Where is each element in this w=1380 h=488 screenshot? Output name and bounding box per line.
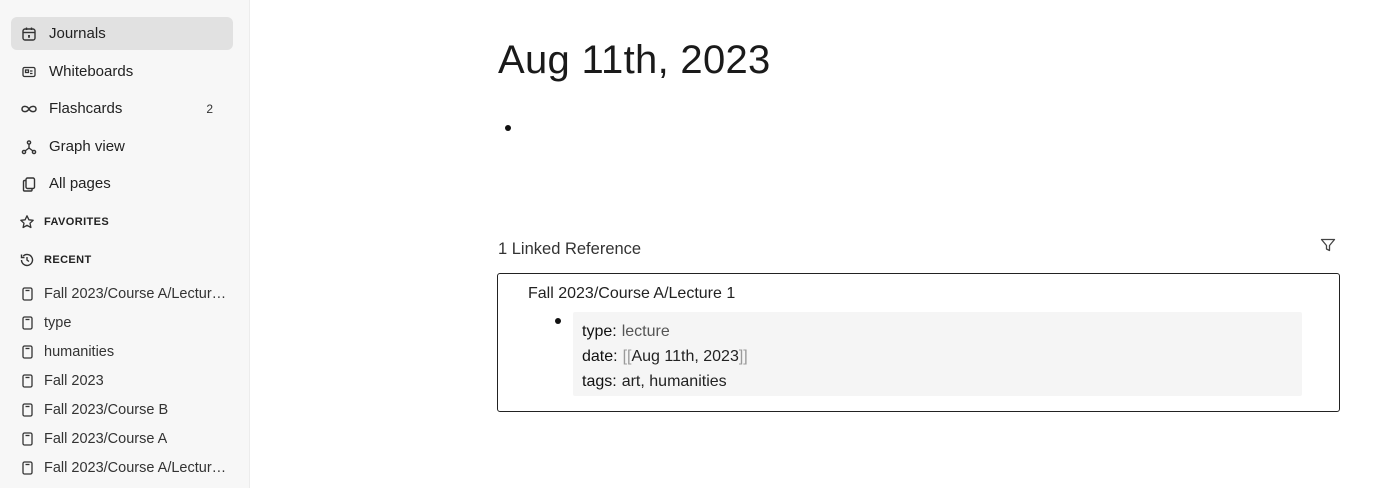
tag-link[interactable]: art [622,369,641,394]
nav-label: Flashcards [49,100,123,117]
nav-all-pages[interactable]: All pages [11,167,233,200]
tag-separator: , [640,373,650,390]
infinity-icon [20,100,38,118]
page-icon [20,344,34,360]
nav-flashcards[interactable]: Flashcards 2 [11,92,233,125]
nav-journals[interactable]: Journals [11,17,233,50]
recent-item-label: type [44,315,72,331]
recent-item-label: Fall 2023/Course B [44,402,169,418]
page-title[interactable]: Aug 11th, 2023 [498,38,771,83]
graph-icon [20,138,38,156]
reference-page-link[interactable]: Fall 2023/Course A/Lecture 1 [528,285,735,303]
page-icon [20,402,34,418]
recent-item-label: Fall 2023/Course A/Lecture 1 [44,286,229,302]
page-icon [20,315,34,331]
nav-label: Journals [49,25,106,42]
recent-item[interactable]: Fall 2023/Course A [20,427,235,451]
page-ref-close-bracket: ]] [738,348,748,365]
favorites-label: FAVORITES [44,216,110,228]
property-row-date: date:[[Aug 11th, 2023]] [582,344,1293,369]
page-reference-link[interactable]: Aug 11th, 2023 [631,344,738,369]
property-value[interactable]: lecture [622,319,670,344]
block-properties[interactable]: type: lecture date:[[Aug 11th, 2023]] tag… [573,312,1302,396]
property-colon: : [613,348,618,365]
nav-whiteboards[interactable]: Whiteboards [11,55,233,88]
linked-references-title[interactable]: 1 Linked Reference [498,240,641,259]
tag-link[interactable]: humanities [649,369,726,394]
page-icon [20,373,34,389]
page-ref-open-bracket: [[ [622,348,632,365]
nav-label: All pages [49,175,111,192]
block-bullet[interactable] [505,125,511,131]
page-icon [20,431,34,447]
property-colon: : [612,323,617,340]
favorites-section-header[interactable]: FAVORITES [18,213,109,231]
nav-label: Whiteboards [49,63,134,80]
calendar-icon [20,25,38,43]
property-key[interactable]: type [582,319,612,344]
history-icon [18,251,36,269]
recent-item[interactable]: type [20,311,235,335]
star-icon [18,213,36,231]
recent-item[interactable]: Fall 2023/Course B [20,398,235,422]
left-sidebar: Journals Whiteboards Flashcards 2 Graph … [0,0,250,488]
recent-label: RECENT [44,254,92,266]
filter-icon[interactable] [1320,237,1336,255]
recent-item-label: Fall 2023/Course A/Lecture 1 [44,460,229,476]
recent-item[interactable]: Fall 2023/Course A/Lecture 1 [20,456,235,480]
page-icon [20,460,34,476]
block-bullet[interactable] [555,318,561,324]
whiteboard-icon [20,63,38,81]
property-row-tags: tags: art, humanities [582,369,1293,394]
property-colon: : [612,373,617,390]
recent-section-header[interactable]: RECENT [18,251,92,269]
property-key[interactable]: date [582,344,613,369]
recent-item-label: humanities [44,344,115,360]
recent-item[interactable]: humanities [20,340,235,364]
recent-item[interactable]: Fall 2023/Course A/Lecture 1 [20,282,235,306]
linked-reference-card: Fall 2023/Course A/Lecture 1 type: lectur… [497,273,1340,412]
recent-item-label: Fall 2023 [44,373,104,389]
nav-label: Graph view [49,138,125,155]
nav-graph-view[interactable]: Graph view [11,130,233,163]
pages-icon [20,175,38,193]
page-icon [20,286,34,302]
recent-item[interactable]: Fall 2023 [20,369,235,393]
recent-item-label: Fall 2023/Course A [44,431,168,447]
property-row-type: type: lecture [582,319,1293,344]
property-key[interactable]: tags [582,369,612,394]
flashcards-count-badge: 2 [206,101,213,116]
